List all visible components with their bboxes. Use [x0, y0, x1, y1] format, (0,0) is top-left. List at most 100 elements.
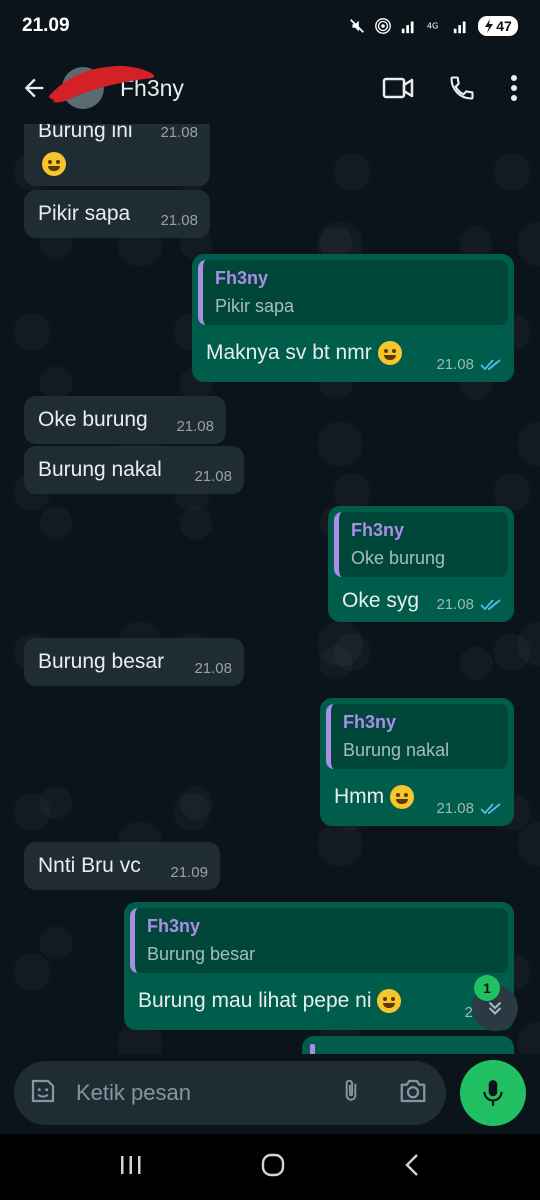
message-outgoing-partial[interactable]: [302, 1036, 514, 1054]
message-outgoing[interactable]: Fh3ny Burung nakal Hmm 21.08: [320, 698, 514, 826]
message-time-text: 21.08: [436, 356, 474, 373]
battery-indicator: 47: [478, 16, 518, 36]
message-time: 21.08: [160, 124, 198, 142]
quote-text: Pikir sapa: [215, 295, 295, 316]
quote-author: Fh3ny: [147, 916, 201, 936]
read-ticks-icon: [480, 803, 501, 815]
message-input[interactable]: Ketik pesan: [76, 1080, 338, 1106]
read-ticks-icon: [480, 599, 501, 611]
redaction-scribble: [48, 65, 154, 103]
quote-text: Burung besar: [147, 943, 256, 964]
message-incoming[interactable]: Burung ini 21.08: [24, 124, 210, 186]
reply-quote[interactable]: Fh3ny Burung nakal: [326, 704, 508, 770]
kiss-emoji-icon: [377, 989, 402, 1014]
message-time: 21.08: [436, 800, 502, 818]
message-text: Burung mau lihat pepe ni: [138, 989, 372, 1012]
message-time: 21.09: [170, 864, 208, 882]
attach-button[interactable]: [338, 1076, 364, 1111]
message-text: Maknya sv bt nmr: [206, 341, 372, 364]
message-time-text: 21.09: [170, 864, 208, 881]
recents-button[interactable]: [118, 1153, 144, 1182]
message-incoming[interactable]: Pikir sapa 21.08: [24, 190, 210, 238]
mute-icon: [350, 19, 364, 33]
message-list[interactable]: Burung ini 21.08 Pikir sapa 21.08 Fh3ny …: [0, 124, 540, 1054]
laughing-emoji-icon: [42, 152, 66, 176]
more-vert-icon: [511, 75, 517, 101]
system-icons: 4G 47: [348, 16, 518, 36]
message-incoming[interactable]: Burung besar 21.08: [24, 638, 244, 686]
message-time: 21.08: [194, 660, 232, 678]
home-icon: [261, 1153, 285, 1176]
message-text: Oke syg: [342, 589, 420, 612]
rolling-laughing-emoji-icon: [377, 341, 402, 366]
message-text: Hmm: [334, 785, 385, 808]
status-time: 21.09: [22, 15, 70, 36]
reply-quote[interactable]: Fh3ny Burung besar: [130, 908, 508, 974]
reply-quote[interactable]: Fh3ny Pikir sapa: [198, 260, 508, 326]
unread-badge: 1: [474, 975, 500, 1001]
signal-icon-2: [453, 21, 466, 34]
quote-bar: [310, 1044, 315, 1054]
recents-icon: [120, 1155, 141, 1174]
message-time: 21.08: [436, 356, 502, 374]
message-time-text: 21.08: [194, 468, 232, 485]
battery-level: 47: [496, 18, 512, 34]
message-outgoing[interactable]: Fh3ny Oke burung Oke syg 21.08: [328, 506, 514, 622]
back-nav-icon: [405, 1153, 419, 1176]
message-time-text: 21.08: [436, 800, 474, 817]
camera-button[interactable]: [398, 1077, 428, 1110]
system-nav-bar: [0, 1134, 540, 1200]
message-time-text: 21.08: [176, 418, 214, 435]
message-time: 21.08: [160, 212, 198, 230]
back-nav-button[interactable]: [402, 1152, 422, 1183]
quote-text: Burung nakal: [343, 739, 450, 760]
reply-quote[interactable]: Fh3ny Oke burung: [334, 512, 508, 578]
message-text: Burung nakal: [38, 458, 162, 481]
video-call-button[interactable]: [382, 75, 414, 101]
read-ticks-icon: [480, 359, 501, 371]
phone-icon: [450, 76, 474, 100]
message-text: Nnti Bru vc: [38, 854, 141, 877]
4g-icon: 4G: [427, 21, 438, 31]
kiss-emoji-icon: [390, 785, 414, 810]
message-incoming[interactable]: Nnti Bru vc 21.09: [24, 842, 220, 890]
message-time: 21.08: [176, 418, 214, 436]
quote-author: Fh3ny: [215, 268, 269, 288]
message-incoming[interactable]: Oke burung 21.08: [24, 396, 226, 444]
message-text: Burung ini: [38, 124, 133, 142]
message-text: Oke burung: [38, 408, 148, 431]
video-call-icon: [382, 77, 414, 99]
composer-actions: [338, 1076, 432, 1111]
sticker-icon: [31, 1079, 55, 1102]
more-options-button[interactable]: [510, 74, 518, 102]
message-time-text: 21.08: [160, 212, 198, 229]
message-incoming[interactable]: Burung nakal 21.08: [24, 446, 244, 494]
charging-icon: [485, 19, 494, 33]
message-time-text: 21.08: [436, 596, 474, 613]
message-outgoing[interactable]: Fh3ny Pikir sapa Maknya sv bt nmr 21.08: [192, 254, 514, 382]
message-text: Pikir sapa: [38, 202, 131, 225]
contact-name[interactable]: Fh3ny: [120, 75, 382, 102]
message-time-text: 21.08: [194, 660, 232, 677]
status-bar: 21.09 4G 47: [0, 0, 540, 52]
message-text: Burung besar: [38, 650, 165, 673]
composer: Ketik pesan: [14, 1061, 446, 1125]
back-arrow-icon: [24, 78, 44, 98]
camera-icon: [400, 1079, 426, 1102]
sticker-button[interactable]: [28, 1076, 58, 1111]
signal-icon: [401, 21, 414, 34]
quote-text: Oke burung: [351, 547, 446, 568]
svg-text:4G: 4G: [427, 21, 438, 31]
message-time: 21.08: [436, 596, 502, 614]
header-actions: [382, 74, 526, 102]
mic-icon: [483, 1080, 503, 1106]
attach-icon: [345, 1079, 357, 1101]
home-button[interactable]: [259, 1151, 287, 1184]
message-outgoing[interactable]: Fh3ny Burung besar Burung mau lihat pepe…: [124, 902, 514, 1030]
message-time-text: 21.08: [160, 124, 198, 141]
voice-record-button[interactable]: [460, 1060, 526, 1126]
quote-author: Fh3ny: [343, 712, 397, 732]
hotspot-icon: [375, 18, 391, 34]
voice-call-button[interactable]: [448, 74, 476, 102]
quote-author: Fh3ny: [351, 520, 405, 540]
